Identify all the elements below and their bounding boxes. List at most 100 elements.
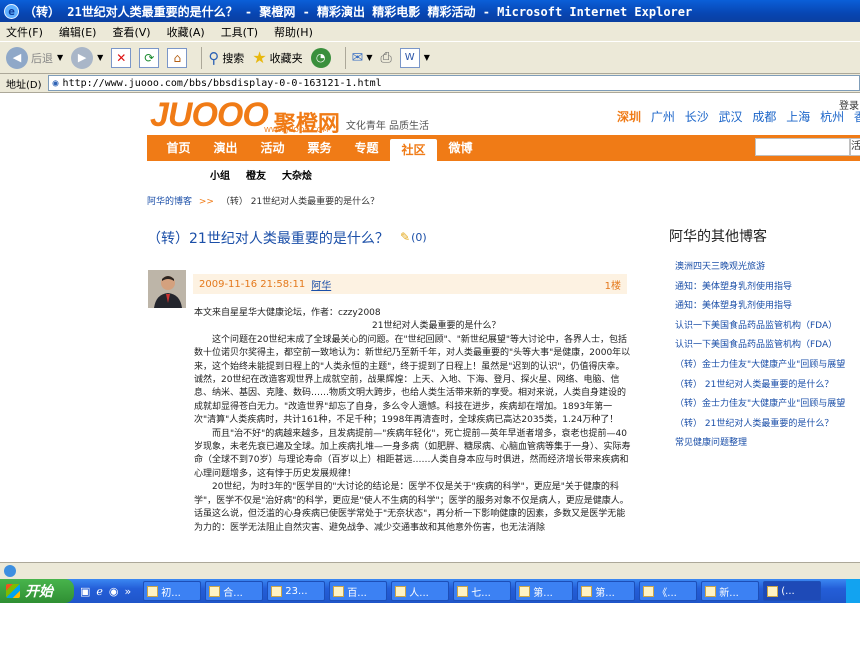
site-logo[interactable]: JUOOO 聚橙网 WWW.JUOOO.COM 文化青年 品质生活 [150, 96, 429, 135]
task-label: 百... [347, 587, 367, 599]
sidebar-link[interactable]: （转）金士力佳友"大健康产业"回顾与展望 [669, 357, 860, 377]
start-button[interactable]: 开始 [0, 579, 74, 603]
toolbar-separator [344, 46, 346, 69]
sidebar-link[interactable]: 认识一下美国食品药品监管机构（FDA） [669, 318, 860, 338]
city-link[interactable]: 上海 [786, 110, 810, 124]
sidebar-link[interactable]: （转） 21世纪对人类最重要的是什么？ [669, 377, 860, 397]
sidebar-title: 阿华的其他博客 [669, 229, 767, 245]
mail-button[interactable]: ✉ ▼ [352, 50, 373, 66]
sidebar-link[interactable]: （转） 21世纪对人类最重要的是什么？ [669, 416, 860, 436]
address-label: 地址(D) [6, 79, 42, 91]
task-button[interactable]: 新... [701, 581, 760, 601]
mail-icon: ✉ [351, 49, 364, 66]
breadcrumb: 阿华的博客 >> （转） 21世纪对人类最重要的是什么？ [147, 194, 379, 207]
comment-count[interactable]: ✎(0) [400, 230, 427, 244]
city-link[interactable]: 长沙 [685, 110, 709, 124]
nav-topics[interactable]: 专题 [343, 135, 390, 161]
city-link[interactable]: 香港 [854, 110, 860, 124]
ie-window-icon [581, 585, 593, 597]
task-button[interactable]: 23... [267, 581, 326, 601]
stop-button[interactable]: ✕ [111, 47, 132, 68]
home-button[interactable]: ⌂ [167, 47, 188, 68]
sidebar-link[interactable]: 通知：美体塑身乳剂使用指导 [669, 298, 860, 318]
avatar[interactable] [148, 270, 186, 308]
task-button[interactable]: 《... [639, 581, 698, 601]
city-list: 深圳 广州 长沙 武汉 成都 上海 杭州 香港 [617, 108, 860, 125]
subnav-misc[interactable]: 大杂烩 [282, 167, 312, 182]
back-label: 后退 [31, 51, 53, 65]
task-button[interactable]: 七... [453, 581, 512, 601]
address-input[interactable]: ◉ http://www.juooo.com/bbs/bbsdisplay-0-… [47, 75, 860, 91]
dropdown-icon: ▼ [57, 53, 64, 62]
menu-tools[interactable]: 工具(T) [221, 24, 258, 40]
toolbar: ◀ 后退 ▼ ▶ ▼ ✕ ⟳ ⌂ ⚲ 搜索 ★ 收藏夹 ◔ ✉ ▼ ⎙ W ▼ [0, 41, 860, 74]
task-button[interactable]: 第... [515, 581, 574, 601]
folder-icon [147, 585, 159, 597]
task-label: 初... [161, 587, 181, 599]
history-icon: ◔ [310, 47, 331, 68]
sidebar-link[interactable]: 认识一下美国食品药品监管机构（FDA） [669, 337, 860, 357]
sidebar-link[interactable]: （转）金士力佳友"大健康产业"回顾与展望 [669, 396, 860, 416]
menu-file[interactable]: 文件(F) [6, 24, 43, 40]
city-current[interactable]: 深圳 [617, 110, 641, 124]
logo-text: JUOOO [150, 96, 269, 134]
system-tray[interactable] [846, 579, 860, 603]
breadcrumb-blog-link[interactable]: 阿华的博客 [147, 197, 192, 207]
subnav-friends[interactable]: 橙友 [246, 167, 266, 182]
site-search-button[interactable]: 活 [850, 138, 860, 156]
task-button-active[interactable]: (... [763, 581, 822, 601]
desktop-icon[interactable]: ▣ [80, 585, 90, 598]
word-icon: W [399, 47, 420, 68]
city-link[interactable]: 杭州 [820, 110, 844, 124]
sidebar-link[interactable]: 常见健康问题整理 [669, 435, 860, 455]
edit-button[interactable]: W ▼ [399, 47, 430, 68]
ie-window-icon [643, 585, 655, 597]
ie-quick-icon[interactable]: ℯ [96, 585, 103, 598]
site-search-input[interactable] [755, 138, 850, 156]
subnav-groups[interactable]: 小组 [210, 167, 230, 182]
nav-home[interactable]: 首页 [155, 135, 202, 161]
search-button[interactable]: ⚲ 搜索 [208, 49, 244, 67]
home-icon: ⌂ [167, 47, 188, 68]
task-label: 23... [285, 585, 308, 597]
post-author-link[interactable]: 阿华 [311, 277, 331, 292]
quick-launch: ▣ ℯ ◉ » [74, 585, 143, 598]
menu-help[interactable]: 帮助(H) [274, 24, 313, 40]
city-link[interactable]: 成都 [752, 110, 776, 124]
print-button[interactable]: ⎙ [381, 50, 392, 66]
task-button[interactable]: 初... [143, 581, 202, 601]
post-body: 本文来自星星华大健康论坛，作者：czzy2008 21世纪对人类最重要的是什么？… [194, 307, 632, 535]
history-button[interactable]: ◔ [310, 47, 331, 68]
avatar-photo [148, 270, 186, 308]
city-link[interactable]: 武汉 [719, 110, 743, 124]
task-label: 合... [223, 587, 243, 599]
sidebar-link[interactable]: 澳洲四天三晚观光旅游 [669, 259, 860, 279]
task-button[interactable]: 人... [391, 581, 450, 601]
article-paragraph: 20世纪，为时3年的"医学目的"大讨论的结论是：医学不仅是关于"疾病的科学"，更… [194, 482, 629, 533]
menu-edit[interactable]: 编辑(E) [59, 24, 97, 40]
menu-favorites[interactable]: 收藏(A) [167, 24, 205, 40]
back-button[interactable]: ◀ 后退 ▼ [6, 46, 64, 69]
forward-button[interactable]: ▶ ▼ [71, 46, 103, 69]
nav-weibo[interactable]: 微博 [437, 135, 484, 161]
refresh-button[interactable]: ⟳ [139, 47, 160, 68]
post-source: 本文来自星星华大健康论坛，作者：czzy2008 [194, 308, 381, 318]
menu-view[interactable]: 查看(V) [112, 24, 150, 40]
task-button[interactable]: 第... [577, 581, 636, 601]
more-icon[interactable]: » [125, 585, 132, 598]
city-link[interactable]: 广州 [651, 110, 675, 124]
nav-tickets[interactable]: 票务 [296, 135, 343, 161]
task-button[interactable]: 百... [329, 581, 388, 601]
ie-window-icon [767, 585, 779, 597]
media-icon[interactable]: ◉ [109, 585, 119, 598]
nav-shows[interactable]: 演出 [202, 135, 249, 161]
nav-community[interactable]: 社区 [390, 139, 437, 161]
window-title-bar: e （转） 21世纪对人类最重要的是什么？ - 聚橙网 - 精彩演出 精彩电影 … [0, 0, 860, 22]
sidebar-link[interactable]: 通知：美体塑身乳剂使用指导 [669, 279, 860, 299]
nav-events[interactable]: 活动 [249, 135, 296, 161]
task-button[interactable]: 合... [205, 581, 264, 601]
star-icon: ★ [252, 48, 267, 67]
favorites-button[interactable]: ★ 收藏夹 [252, 48, 302, 67]
article-paragraph: 而且"治不好"的病越来越多，且发病提前—"疾病年轻化"，死亡提前—英年早逝者增多… [194, 428, 631, 479]
ie-icon: e [4, 3, 19, 19]
